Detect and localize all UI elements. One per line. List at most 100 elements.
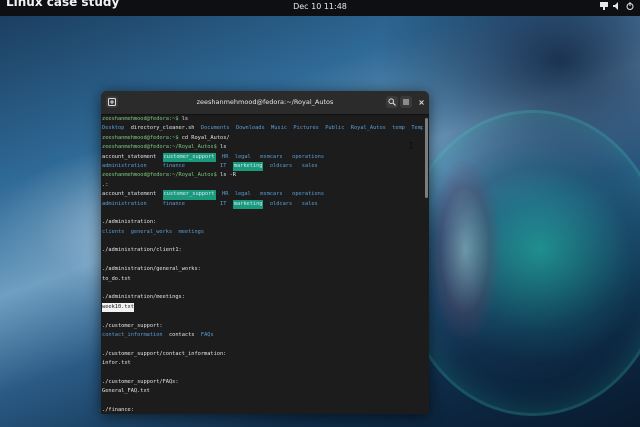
directory-name: operations	[292, 191, 325, 198]
selected-text: week10.txt	[102, 302, 134, 313]
directory-name: IT	[220, 162, 233, 169]
directory-name: finance	[162, 162, 220, 169]
close-button[interactable]	[415, 96, 427, 108]
mouse-ibeam-cursor-icon: I	[408, 141, 415, 152]
terminal-line: zeeshanmehmood@fedora:~/Royal_Autos$ ls	[101, 143, 423, 152]
terminal-line: ./finance:	[101, 406, 423, 414]
terminal-line: ./administration:	[101, 218, 423, 227]
network-icon	[600, 2, 608, 10]
terminal-text: cd Royal_Autos/	[181, 134, 230, 141]
top-bar: Linux case study Dec 10 11:48	[0, 0, 640, 16]
power-icon	[626, 2, 634, 10]
directory-name: marketing	[232, 161, 264, 172]
terminal-text: ./administration:	[102, 219, 157, 226]
terminal-line: ./customer_support/contact_information:	[101, 350, 423, 359]
terminal-text: contacts	[168, 331, 201, 338]
directory-name: contact_information	[102, 331, 169, 338]
terminal-text: to_do.txt	[102, 275, 131, 282]
scrollbar[interactable]	[425, 118, 428, 198]
directory-name: Desktop	[102, 125, 131, 132]
directory-name: sales	[301, 200, 318, 207]
terminal-text: ./administration/meetings:	[102, 294, 185, 301]
terminal-text: ./finance:	[102, 407, 134, 414]
terminal-header[interactable]: zeeshanmehmood@fedora:~/Royal_Autos	[101, 91, 429, 115]
terminal-text: account_statement	[102, 153, 163, 160]
terminal-line: General_FAQ.txt	[101, 387, 423, 396]
terminal-text: ./customer_support:	[102, 322, 163, 329]
terminal-text: ls -R	[220, 172, 236, 179]
terminal-line: administration finance IT marketing oldc…	[101, 199, 423, 209]
directory-name: msmcars	[260, 191, 293, 198]
directory-name: Documents Downloads Music Pictures Publi…	[200, 125, 423, 132]
terminal-line: ./administration/client1:	[101, 246, 423, 255]
system-tray[interactable]	[600, 2, 634, 10]
terminal-line: contact_information contacts FAQs	[101, 331, 423, 340]
terminal-line: ./administration/general_works:	[101, 265, 423, 274]
directory-name: legal	[234, 191, 261, 198]
directory-name: administration	[102, 200, 163, 207]
terminal-line: zeeshanmehmood@fedora:~$ cd Royal_Autos/	[101, 134, 423, 143]
directory-name: clients general_works meetings	[102, 228, 205, 235]
terminal-line: ./customer_support/FAQs:	[101, 378, 423, 387]
terminal-line: ./administration/meetings:	[101, 293, 423, 302]
directory-name: oldcars	[263, 200, 302, 207]
terminal-text: ls	[220, 144, 227, 151]
terminal-text: .:	[102, 181, 109, 188]
wallpaper-bubble-core	[430, 160, 500, 340]
search-button[interactable]	[386, 96, 398, 108]
directory-name: operations	[292, 153, 325, 160]
directory-name: legal	[234, 153, 261, 160]
directory-name: marketing	[232, 199, 264, 209]
directory-name: administration	[102, 162, 163, 169]
shell-prompt: zeeshanmehmood@fedora:~$	[102, 116, 182, 122]
terminal-line: clients general_works meetings	[101, 228, 423, 237]
menu-button[interactable]	[400, 96, 412, 108]
search-icon	[388, 98, 396, 106]
window-title: zeeshanmehmood@fedora:~/Royal_Autos	[196, 98, 334, 106]
hamburger-menu-icon	[403, 99, 409, 105]
terminal-text: infor.txt	[102, 360, 131, 367]
directory-name: IT	[220, 200, 233, 207]
terminal-text: ls	[181, 116, 189, 122]
shell-prompt: zeeshanmehmood@fedora:~/Royal_Autos$	[102, 172, 220, 179]
terminal-text: account_statement	[102, 191, 163, 198]
terminal-text: ./administration/client1:	[102, 247, 182, 254]
terminal-line: zeeshanmehmood@fedora:~/Royal_Autos$ ls …	[101, 171, 423, 180]
terminal-line: to_do.txt	[101, 275, 423, 284]
directory-name: customer_support	[162, 190, 216, 200]
close-icon	[418, 99, 424, 105]
terminal-line: Desktop directory_cleaner.sh Documents D…	[101, 124, 423, 133]
terminal-text: directory_cleaner.sh	[130, 125, 201, 132]
terminal-text: General_FAQ.txt	[102, 388, 150, 395]
terminal-text: ./customer_support/FAQs:	[102, 378, 179, 385]
directory-name: finance	[162, 200, 220, 207]
clock[interactable]: Dec 10 11:48	[0, 2, 640, 11]
terminal-line: zeeshanmehmood@fedora:~$ ls	[101, 115, 423, 124]
terminal-output[interactable]: zeeshanmehmood@fedora:~$ ls Desktop direc…	[101, 115, 423, 414]
directory-name: FAQs	[200, 331, 214, 338]
terminal-window[interactable]: zeeshanmehmood@fedora:~/Royal_Autos zees…	[101, 91, 429, 414]
terminal-line: account_statement customer_support HR le…	[101, 152, 423, 162]
terminal-line: account_statement customer_support HR le…	[101, 190, 423, 200]
directory-name: HR	[215, 191, 235, 198]
terminal-text: ./administration/general_works:	[102, 266, 201, 273]
terminal-line: week10.txt	[101, 302, 423, 313]
terminal-text: ./customer_support/contact_information:	[102, 350, 227, 357]
directory-name: msmcars	[260, 153, 293, 160]
terminal-line: ./customer_support:	[101, 322, 423, 331]
directory-name: HR	[215, 153, 235, 160]
shell-prompt: zeeshanmehmood@fedora:~$	[102, 134, 182, 141]
volume-icon	[613, 2, 618, 10]
terminal-line: infor.txt	[101, 359, 423, 368]
shell-prompt: zeeshanmehmood@fedora:~/Royal_Autos$	[102, 144, 220, 151]
directory-name: sales	[301, 162, 318, 169]
directory-name: oldcars	[263, 162, 302, 169]
directory-name: customer_support	[162, 152, 216, 162]
